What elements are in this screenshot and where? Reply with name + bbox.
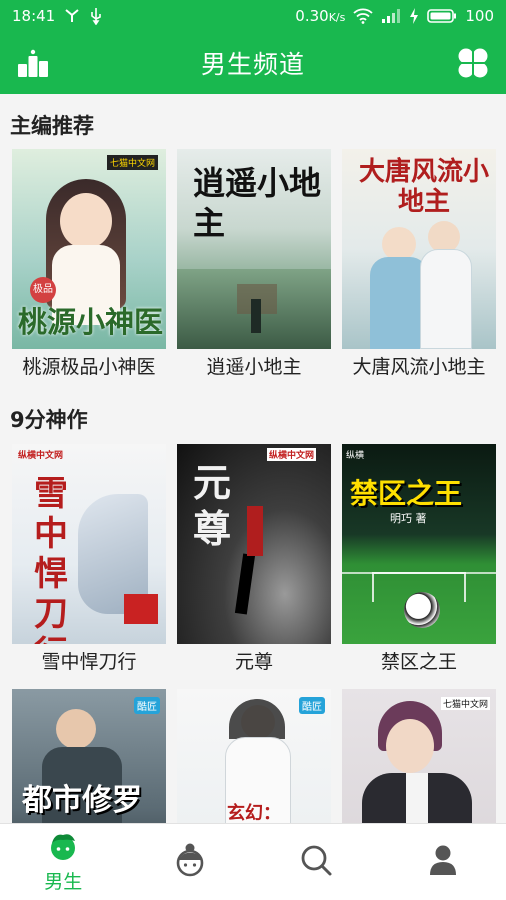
section-title-editor-picks: 主编推荐 — [10, 114, 94, 138]
usb-icon — [89, 7, 103, 25]
book-card[interactable]: 七猫中文网 — [342, 689, 496, 823]
book-cover[interactable]: 纵横 禁区之王 明巧 著 — [342, 444, 496, 644]
book-card[interactable]: 纵横 禁区之王 明巧 著 禁区之王 — [342, 444, 496, 674]
book-title[interactable]: 大唐风流小地主 — [342, 352, 496, 379]
tab-boys[interactable]: 男生 — [0, 824, 127, 900]
tab-search[interactable] — [253, 824, 380, 900]
page-title: 男生频道 — [200, 50, 305, 79]
book-title[interactable]: 元尊 — [177, 647, 331, 674]
book-card[interactable]: 纵横中文网 元尊 元尊 — [177, 444, 331, 674]
book-cover[interactable]: 大唐风流小地主 — [342, 149, 496, 349]
fork-icon — [63, 8, 81, 24]
ranking-icon[interactable] — [16, 47, 50, 81]
book-cover[interactable]: 酷匠 都市修罗 — [12, 689, 166, 823]
tab-girls[interactable] — [127, 824, 254, 900]
wifi-icon — [353, 8, 373, 24]
tab-profile[interactable] — [380, 824, 506, 900]
book-cover[interactable]: 纵横中文网 雪中悍刀行 — [12, 444, 166, 644]
book-cover[interactable]: 逍遥小地主 — [177, 149, 331, 349]
book-list: 主编推荐 七猫中文网 极品 桃源小神医 桃源极品小神医 逍遥小地主 逍遥小地主 … — [0, 94, 506, 823]
network-speed: 0.30K/s — [295, 7, 346, 25]
charging-icon — [409, 8, 419, 24]
book-card[interactable]: 酷匠 玄幻： — [177, 689, 331, 823]
book-card[interactable]: 大唐风流小地主 大唐风流小地主 — [342, 149, 496, 379]
clover-grid-icon[interactable] — [456, 46, 490, 80]
book-cover[interactable]: 酷匠 玄幻： — [177, 689, 331, 823]
book-title[interactable]: 雪中悍刀行 — [12, 647, 166, 674]
battery-level: 100 — [465, 7, 494, 25]
section-title-top-rated: 9分神作 — [10, 408, 88, 432]
tab-label: 男生 — [44, 870, 83, 893]
book-card[interactable]: 逍遥小地主 逍遥小地主 — [177, 149, 331, 379]
book-title[interactable]: 桃源极品小神医 — [12, 352, 166, 379]
book-card[interactable]: 酷匠 都市修罗 — [12, 689, 166, 823]
boy-face-icon — [47, 831, 79, 865]
book-cover[interactable]: 纵横中文网 元尊 — [177, 444, 331, 644]
bottom-tab-bar: 男生 — [0, 823, 506, 900]
book-card[interactable]: 七猫中文网 极品 桃源小神医 桃源极品小神医 — [12, 149, 166, 379]
book-cover[interactable]: 七猫中文网 — [342, 689, 496, 823]
clock: 18:41 — [12, 7, 56, 25]
status-bar: 18:41 0.30K/s 100 — [0, 0, 506, 32]
signal-icon — [381, 8, 401, 24]
user-icon — [428, 844, 458, 880]
book-title[interactable]: 禁区之王 — [342, 647, 496, 674]
app-bar: 男生频道 — [0, 32, 506, 94]
book-card[interactable]: 纵横中文网 雪中悍刀行 雪中悍刀行 — [12, 444, 166, 674]
search-icon — [299, 843, 333, 881]
book-cover[interactable]: 七猫中文网 极品 桃源小神医 — [12, 149, 166, 349]
girl-face-icon — [173, 842, 207, 882]
battery-icon — [427, 8, 457, 24]
book-title[interactable]: 逍遥小地主 — [177, 352, 331, 379]
